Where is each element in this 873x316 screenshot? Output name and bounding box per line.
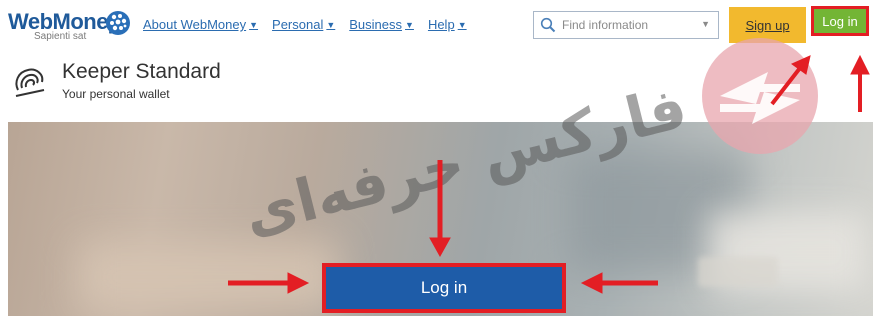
chevron-down-icon: ▼ [405,19,414,30]
nav-item-label: Business [349,17,403,32]
chevron-down-icon: ▼ [326,19,336,30]
logo-tagline: Sapienti sat [34,31,87,42]
signup-button[interactable]: Sign up [729,7,806,43]
nav-help[interactable]: Help ▼ [428,17,467,32]
hero-background-blur [78,242,338,312]
chevron-down-icon: ▼ [249,19,259,30]
nav-item-label: Help [427,17,455,32]
keeper-icon [15,68,45,97]
chevron-down-icon[interactable]: ▼ [701,19,710,29]
search-icon[interactable] [540,17,556,33]
page-title: Keeper Standard [62,60,221,83]
hero-background-device [698,257,778,287]
nav-item-label: Personal [272,17,324,32]
login-button-header[interactable]: Log in [811,6,869,36]
header: WebMoney Sapienti sat About WebMoney ▼ Pe… [0,0,873,56]
nav-about-webmoney[interactable]: About WebMoney ▼ [143,17,258,32]
nav-item-label: About WebMoney [143,17,247,32]
chevron-down-icon: ▼ [457,19,467,30]
search-box[interactable]: ▼ [533,11,719,39]
login-button-main[interactable]: Log in [322,263,566,313]
search-input[interactable] [562,16,692,34]
nav-business[interactable]: Business ▼ [349,17,414,32]
main-nav: About WebMoney ▼ Personal ▼ Business ▼ Help… [143,17,467,32]
nav-personal[interactable]: Personal ▼ [272,17,335,32]
webmoney-globe-icon[interactable] [105,10,131,36]
page-subtitle: Your personal wallet [62,87,170,101]
